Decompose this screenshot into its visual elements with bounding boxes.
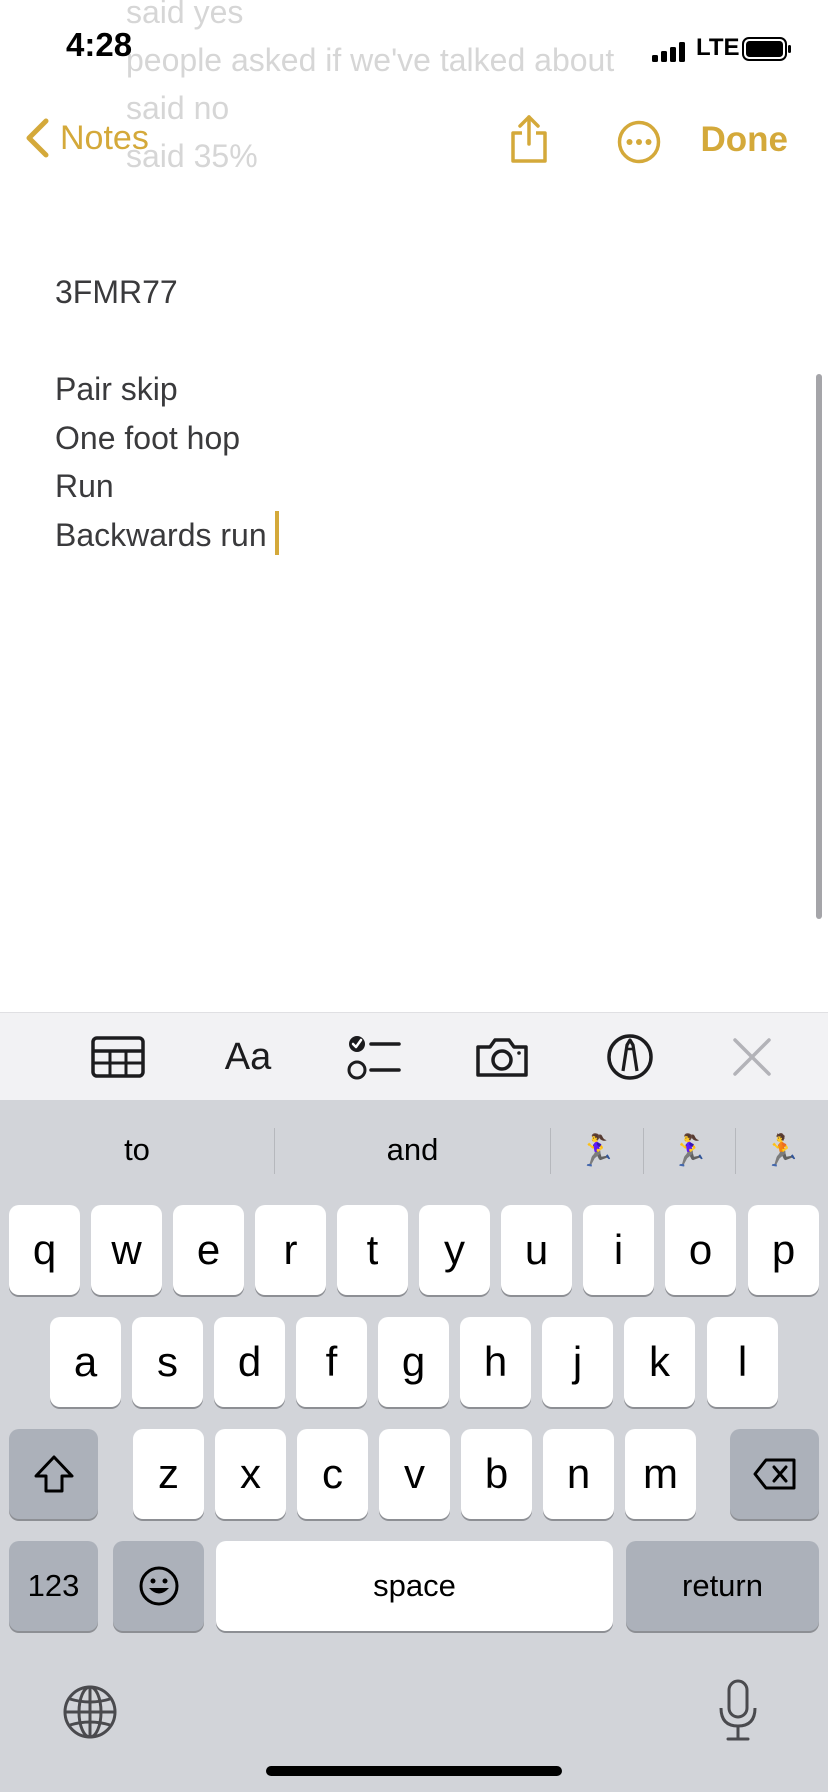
done-button[interactable]: Done <box>701 120 789 160</box>
key-o[interactable]: o <box>665 1205 736 1295</box>
back-label: Notes <box>60 118 149 157</box>
note-line-current: Backwards run <box>55 511 279 560</box>
key-k[interactable]: k <box>624 1317 695 1407</box>
ellipsis-circle-icon[interactable] <box>617 120 661 164</box>
share-icon[interactable] <box>508 114 550 164</box>
key-x[interactable]: x <box>215 1429 286 1519</box>
close-toolbar-button[interactable] <box>722 1031 782 1083</box>
suggestion-and[interactable]: and <box>275 1100 550 1200</box>
key-h[interactable]: h <box>460 1317 531 1407</box>
note-line: Run <box>55 468 114 504</box>
globe-icon[interactable] <box>62 1684 118 1740</box>
key-v[interactable]: v <box>379 1429 450 1519</box>
note-line: 3FMR77 <box>55 274 178 310</box>
key-w[interactable]: w <box>91 1205 162 1295</box>
note-body[interactable]: 3FMR77 Pair skip One foot hop Run Backwa… <box>55 268 279 559</box>
key-d[interactable]: d <box>214 1317 285 1407</box>
text-format-icon: Aa <box>224 1035 272 1078</box>
markup-pen-icon <box>607 1034 653 1080</box>
key-m[interactable]: m <box>625 1429 696 1519</box>
suggestion-emoji-runner[interactable]: 🏃‍♀️ <box>551 1100 643 1200</box>
home-indicator[interactable] <box>266 1766 562 1776</box>
note-line <box>55 317 279 366</box>
microphone-icon[interactable] <box>716 1678 760 1744</box>
key-t[interactable]: t <box>337 1205 408 1295</box>
markup-button[interactable] <box>600 1031 660 1083</box>
space-key[interactable]: space <box>216 1541 613 1631</box>
key-r[interactable]: r <box>255 1205 326 1295</box>
status-time: 4:28 <box>66 26 133 63</box>
numbers-key[interactable]: 123 <box>9 1541 98 1631</box>
navigation-bar: Notes Done <box>0 100 828 180</box>
checklist-button[interactable] <box>345 1031 405 1083</box>
status-bar: 4:28 LTE <box>0 0 828 100</box>
back-button[interactable]: Notes <box>24 118 149 158</box>
key-f[interactable]: f <box>296 1317 367 1407</box>
battery-icon <box>742 37 791 61</box>
close-icon <box>733 1038 771 1076</box>
suggestion-emoji-runner[interactable]: 🏃 <box>736 1100 828 1200</box>
key-u[interactable]: u <box>501 1205 572 1295</box>
suggestion-to[interactable]: to <box>0 1100 274 1200</box>
key-z[interactable]: z <box>133 1429 204 1519</box>
keyboard: to and 🏃‍♀️ 🏃‍♀️ 🏃 q w e r t y u i o p a… <box>0 1100 828 1792</box>
text-cursor <box>274 511 279 556</box>
key-b[interactable]: b <box>461 1429 532 1519</box>
key-s[interactable]: s <box>132 1317 203 1407</box>
text-format-button[interactable]: Aa <box>218 1031 278 1083</box>
delete-key[interactable] <box>730 1429 819 1519</box>
key-i[interactable]: i <box>583 1205 654 1295</box>
note-line: Backwards run <box>55 516 267 553</box>
note-line: One foot hop <box>55 419 241 456</box>
suggestion-emoji-runner[interactable]: 🏃‍♀️ <box>644 1100 735 1200</box>
key-e[interactable]: e <box>173 1205 244 1295</box>
cellular-signal-icon <box>652 42 685 62</box>
key-c[interactable]: c <box>297 1429 368 1519</box>
scrollbar[interactable] <box>816 374 822 919</box>
key-j[interactable]: j <box>542 1317 613 1407</box>
shift-arrow-icon <box>34 1455 73 1493</box>
key-g[interactable]: g <box>378 1317 449 1407</box>
note-line: Pair skip <box>55 371 178 407</box>
table-button[interactable] <box>88 1031 148 1083</box>
return-key[interactable]: return <box>626 1541 819 1631</box>
emoji-key[interactable] <box>113 1541 204 1631</box>
network-type: LTE <box>696 34 740 61</box>
key-y[interactable]: y <box>419 1205 490 1295</box>
table-icon <box>91 1036 145 1078</box>
shift-key[interactable] <box>9 1429 98 1519</box>
key-n[interactable]: n <box>543 1429 614 1519</box>
key-a[interactable]: a <box>50 1317 121 1407</box>
chevron-left-icon <box>26 118 49 158</box>
checklist-icon <box>347 1036 401 1080</box>
key-l[interactable]: l <box>707 1317 778 1407</box>
key-q[interactable]: q <box>9 1205 80 1295</box>
key-p[interactable]: p <box>748 1205 819 1295</box>
emoji-face-icon <box>139 1566 178 1606</box>
camera-button[interactable] <box>472 1031 532 1083</box>
note-toolbar: Aa <box>0 1012 828 1101</box>
camera-icon <box>476 1038 528 1077</box>
delete-backspace-icon <box>753 1458 795 1490</box>
